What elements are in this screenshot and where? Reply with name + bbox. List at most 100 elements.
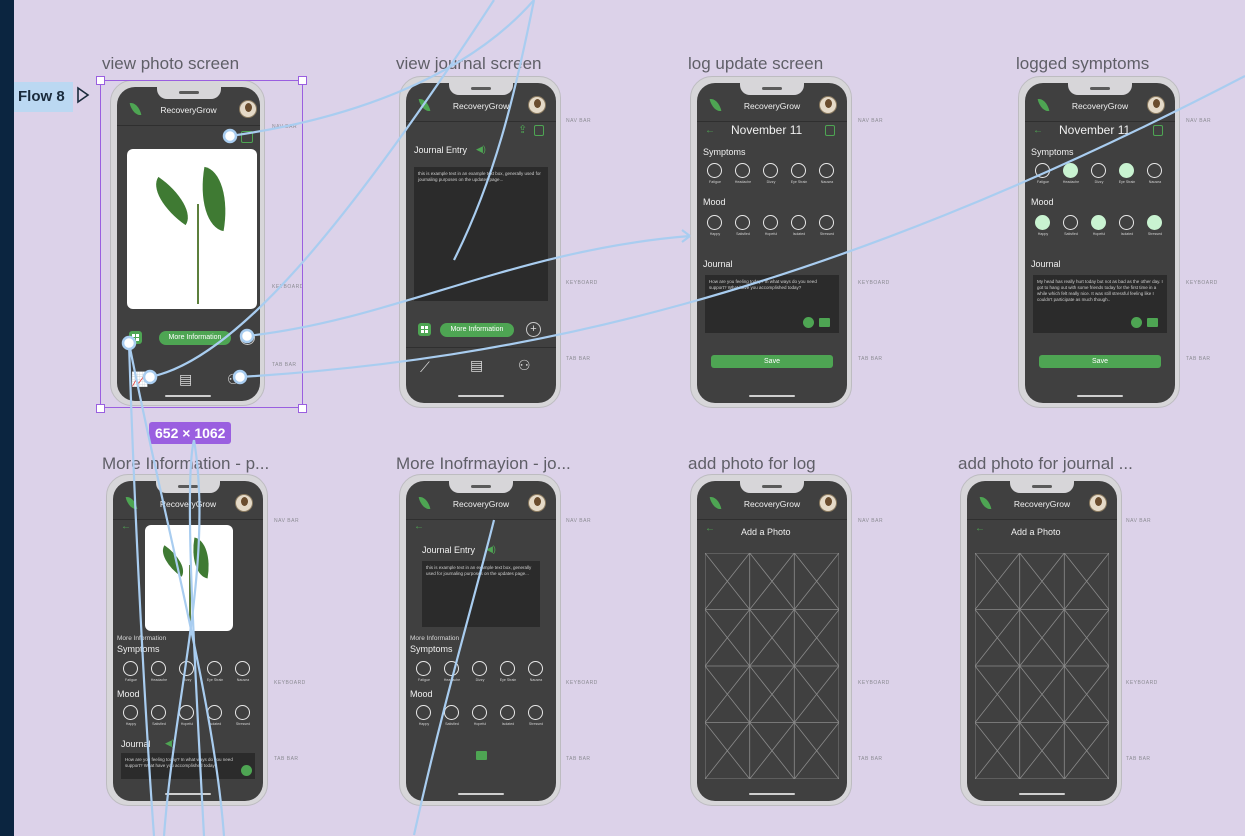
avatar[interactable] — [235, 494, 253, 512]
speaker-icon[interactable]: ◀) — [165, 738, 175, 749]
symptom-option[interactable] — [819, 163, 834, 178]
people-icon[interactable]: ⚇ — [518, 357, 531, 374]
phone-frame-log-update[interactable]: RecoveryGrow ← November 11 Symptoms Fati… — [690, 76, 852, 408]
symptom-option[interactable] — [500, 661, 515, 676]
phone-frame-more-info-journal[interactable]: RecoveryGrow ← Journal Entry ◀) this is … — [399, 474, 561, 806]
phone-frame-add-photo-log[interactable]: RecoveryGrow ← Add a Photo — [690, 474, 852, 806]
image-icon[interactable] — [1147, 318, 1158, 327]
mood-option[interactable] — [735, 215, 750, 230]
frame-title[interactable]: add photo for log — [688, 454, 816, 474]
mood-option[interactable] — [235, 705, 250, 720]
screen: RecoveryGrow ← Add a Photo — [697, 481, 847, 801]
selection-box[interactable] — [100, 80, 303, 408]
symptom-option[interactable] — [528, 661, 543, 676]
symptom-option[interactable] — [472, 661, 487, 676]
symptom-option[interactable] — [707, 163, 722, 178]
symptom-option[interactable] — [151, 661, 166, 676]
design-canvas[interactable]: Flow 8 view photo screen RecoveryGrow Mo… — [14, 0, 1245, 836]
symptom-option[interactable] — [207, 661, 222, 676]
trash-icon[interactable] — [825, 125, 835, 136]
symptom-option-selected[interactable] — [1063, 163, 1078, 178]
mood-option[interactable] — [472, 705, 487, 720]
image-icon[interactable] — [819, 318, 830, 327]
symptom-option[interactable] — [235, 661, 250, 676]
mood-option-selected[interactable] — [1147, 215, 1162, 230]
mood-option[interactable] — [444, 705, 459, 720]
avatar[interactable] — [819, 494, 837, 512]
resize-handle-tr[interactable] — [298, 76, 307, 85]
frame-title[interactable]: logged symptoms — [1016, 54, 1149, 74]
symptom-option[interactable] — [1091, 163, 1106, 178]
mood-option[interactable] — [1119, 215, 1134, 230]
mood-option-selected[interactable] — [1035, 215, 1050, 230]
mood-option[interactable] — [763, 215, 778, 230]
symptom-option[interactable] — [123, 661, 138, 676]
mood-option[interactable] — [819, 215, 834, 230]
save-button[interactable]: Save — [711, 355, 833, 368]
mood-option[interactable] — [500, 705, 515, 720]
frame-title[interactable]: More Inofrmayion - jo... — [396, 454, 571, 474]
symptom-option[interactable] — [735, 163, 750, 178]
phone-frame-add-photo-journal[interactable]: RecoveryGrow ← Add a Photo — [960, 474, 1122, 806]
avatar[interactable] — [1147, 96, 1165, 114]
mood-option[interactable] — [791, 215, 806, 230]
symptom-option-selected[interactable] — [1119, 163, 1134, 178]
mood-option[interactable] — [207, 705, 222, 720]
back-arrow-icon[interactable]: ← — [1033, 125, 1043, 136]
phone-frame-logged-symptoms[interactable]: RecoveryGrow ← November 11 Symptoms Fati… — [1018, 76, 1180, 408]
photo-grid[interactable] — [975, 553, 1109, 779]
resize-handle-br[interactable] — [298, 404, 307, 413]
chart-icon[interactable]: ⟋ — [420, 359, 430, 376]
avatar[interactable] — [819, 96, 837, 114]
trash-icon[interactable] — [534, 125, 544, 136]
avatar[interactable] — [528, 96, 546, 114]
share-icon[interactable]: ⇪ — [518, 123, 527, 136]
frame-title[interactable]: More Information - p... — [102, 454, 269, 474]
back-arrow-icon[interactable]: ← — [705, 523, 715, 534]
back-arrow-icon[interactable]: ← — [705, 125, 715, 136]
mic-icon[interactable] — [241, 765, 252, 776]
mood-option[interactable] — [151, 705, 166, 720]
mood-option-selected[interactable] — [1091, 215, 1106, 230]
phone-frame-view-journal[interactable]: RecoveryGrow ⇪ Journal Entry ◀) this is … — [399, 76, 561, 408]
flow-starting-point[interactable]: Flow 8 — [14, 82, 73, 112]
back-arrow-icon[interactable]: ← — [414, 521, 424, 532]
mood-option[interactable] — [707, 215, 722, 230]
mood-option[interactable] — [1063, 215, 1078, 230]
journal-icon[interactable]: ▤ — [470, 357, 483, 374]
back-arrow-icon[interactable]: ← — [121, 521, 131, 532]
resize-handle-bl[interactable] — [96, 404, 105, 413]
frame-title[interactable]: view photo screen — [102, 54, 239, 74]
symptom-option[interactable] — [791, 163, 806, 178]
back-arrow-icon[interactable]: ← — [975, 523, 985, 534]
symptom-option[interactable] — [1147, 163, 1162, 178]
symptom-option[interactable] — [179, 661, 194, 676]
avatar[interactable] — [528, 494, 546, 512]
mood-option[interactable] — [179, 705, 194, 720]
speaker-icon[interactable]: ◀) — [486, 544, 496, 555]
symptom-option[interactable] — [763, 163, 778, 178]
symptom-option[interactable] — [1035, 163, 1050, 178]
mood-option[interactable] — [123, 705, 138, 720]
more-information-button[interactable]: More Information — [440, 323, 514, 337]
avatar[interactable] — [1089, 494, 1107, 512]
mic-icon[interactable] — [1131, 317, 1142, 328]
photo-grid[interactable] — [705, 553, 839, 779]
image-icon[interactable] — [476, 751, 487, 760]
grid-icon[interactable] — [418, 323, 431, 336]
resize-handle-tl[interactable] — [96, 76, 105, 85]
frame-title[interactable]: view journal screen — [396, 54, 542, 74]
symptom-option[interactable] — [416, 661, 431, 676]
plus-icon[interactable]: + — [526, 322, 541, 337]
mood-option[interactable] — [528, 705, 543, 720]
mood-option[interactable] — [416, 705, 431, 720]
mic-icon[interactable] — [803, 317, 814, 328]
frame-title[interactable]: add photo for journal ... — [958, 454, 1133, 474]
symptom-option[interactable] — [444, 661, 459, 676]
play-icon[interactable] — [76, 86, 90, 104]
save-button[interactable]: Save — [1039, 355, 1161, 368]
speaker-icon[interactable]: ◀) — [476, 144, 486, 155]
phone-frame-more-info-photo[interactable]: RecoveryGrow ← More Information Symptoms… — [106, 474, 268, 806]
frame-title[interactable]: log update screen — [688, 54, 823, 74]
trash-icon[interactable] — [1153, 125, 1163, 136]
